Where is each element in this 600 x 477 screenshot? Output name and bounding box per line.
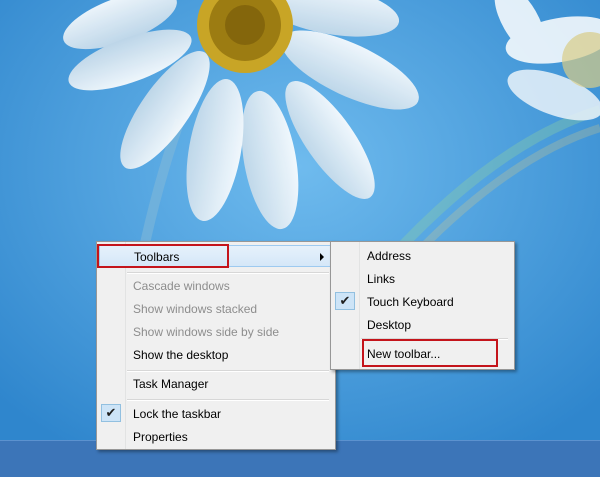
menu-item-label: Task Manager	[133, 377, 209, 391]
menu-item-cascade-windows[interactable]: Cascade windows	[99, 275, 331, 297]
checkmark-icon: ✔	[101, 404, 121, 422]
menu-item-show-windows-stacked[interactable]: Show windows stacked	[99, 298, 331, 320]
menu-item-label: Cascade windows	[133, 279, 230, 293]
submenu-item-desktop[interactable]: Desktop	[333, 314, 510, 336]
submenu-item-address[interactable]: Address	[333, 245, 510, 267]
menu-item-label: Address	[367, 249, 412, 263]
taskbar-context-menu: Toolbars Cascade windows Show windows st…	[96, 241, 336, 450]
menu-item-label: Lock the taskbar	[133, 407, 222, 421]
menu-item-label: Show windows stacked	[133, 302, 258, 316]
menu-item-label: Links	[367, 272, 396, 286]
menu-item-properties[interactable]: Properties	[99, 426, 331, 448]
menu-item-lock-the-taskbar[interactable]: ✔ Lock the taskbar	[99, 403, 331, 425]
menu-item-label: Desktop	[367, 318, 412, 332]
menu-item-label: Properties	[133, 430, 188, 444]
submenu-item-links[interactable]: Links	[333, 268, 510, 290]
menu-item-label: Show the desktop	[133, 348, 229, 362]
menu-item-label: Show windows side by side	[133, 325, 280, 339]
menu-separator	[127, 272, 329, 274]
annotation-box-new-toolbar	[362, 339, 498, 367]
submenu-item-touch-keyboard[interactable]: ✔ Touch Keyboard	[333, 291, 510, 313]
menu-item-task-manager[interactable]: Task Manager	[99, 373, 331, 395]
menu-separator	[127, 370, 329, 372]
menu-item-show-windows-side-by-side[interactable]: Show windows side by side	[99, 321, 331, 343]
menu-item-label: Touch Keyboard	[367, 295, 454, 309]
annotation-box-toolbars	[97, 244, 229, 268]
checkmark-icon: ✔	[335, 292, 355, 310]
submenu-arrow-icon	[320, 253, 324, 261]
menu-item-show-the-desktop[interactable]: Show the desktop	[99, 344, 331, 366]
menu-separator	[127, 399, 329, 401]
